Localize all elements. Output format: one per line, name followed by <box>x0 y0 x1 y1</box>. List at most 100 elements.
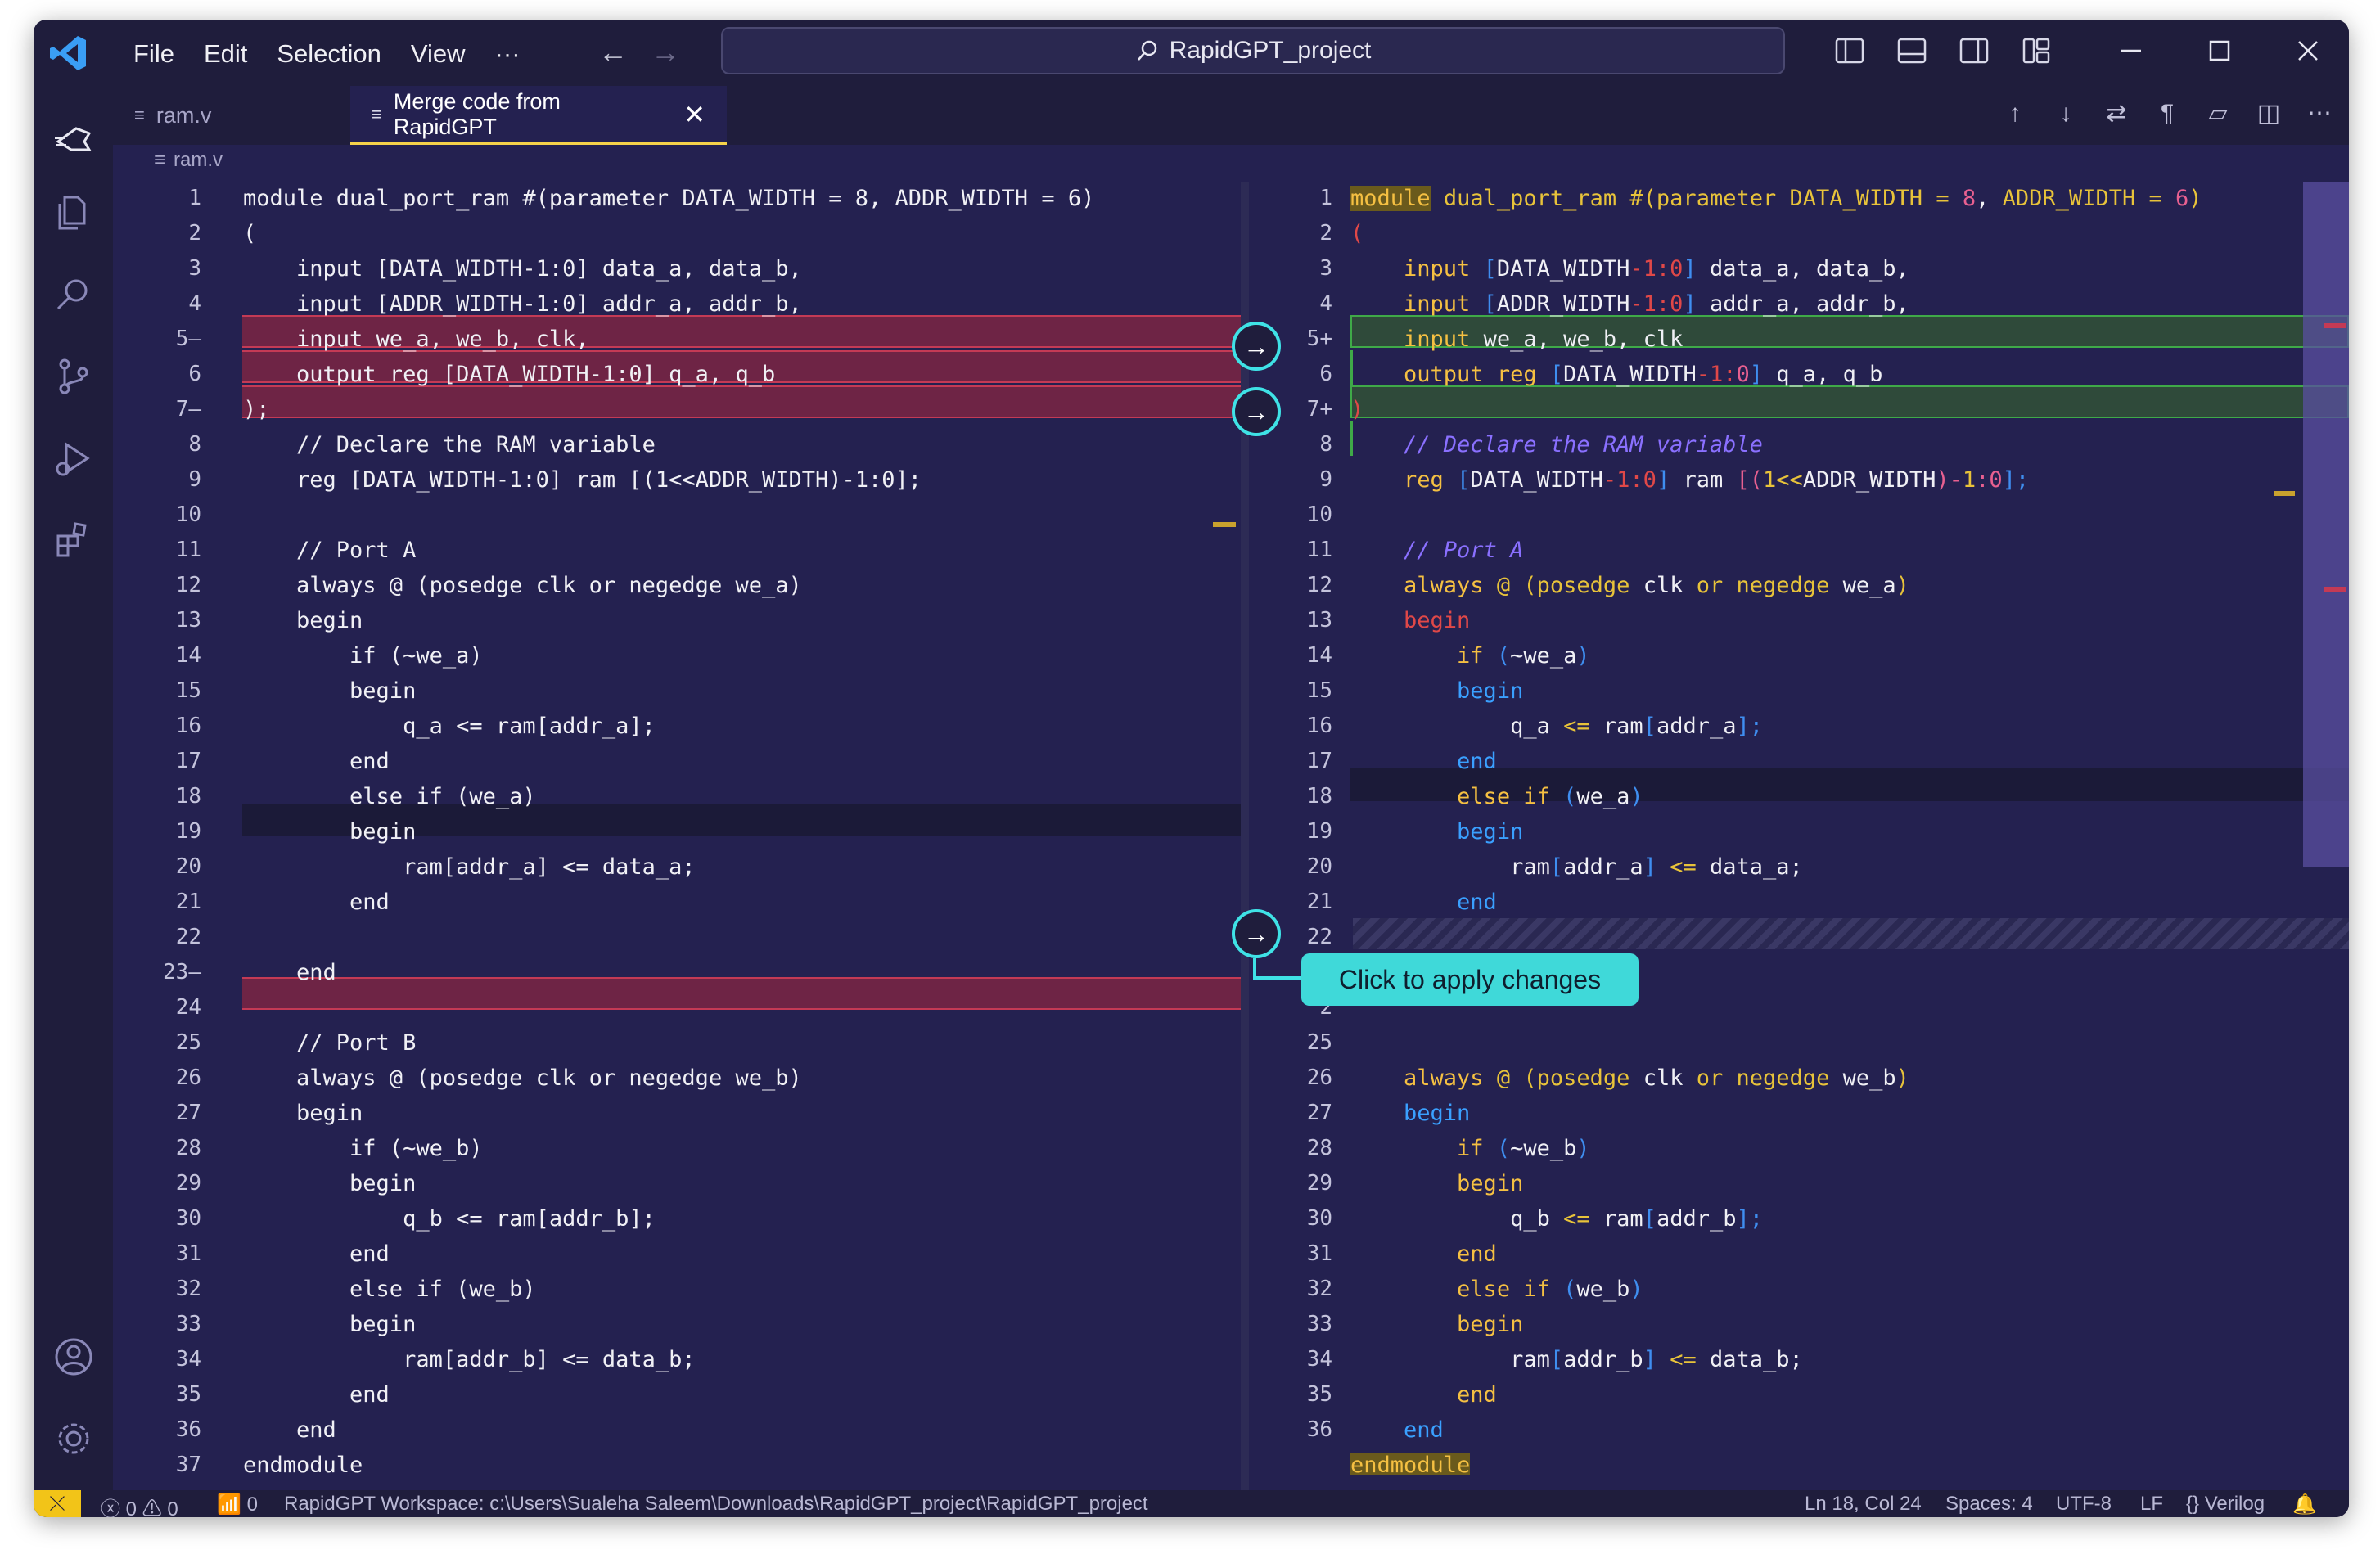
source-control-icon[interactable] <box>52 354 96 399</box>
notifications-bell-icon[interactable]: 🔔 <box>2292 1493 2317 1516</box>
menu-edit[interactable]: Edit <box>189 36 262 72</box>
line-number: 12 <box>175 573 201 597</box>
line-number: 24 <box>175 995 201 1020</box>
code-line: input [DATA_WIDTH-1:0] data_a, data_b, <box>1404 256 1909 282</box>
code-line: q_b <= ram[addr_b]; <box>1510 1206 1764 1232</box>
accounts-icon[interactable] <box>52 1335 96 1379</box>
code-row: 15 begin <box>113 675 1241 708</box>
warning-count: 0 <box>167 1498 178 1517</box>
code-line: output reg [DATA_WIDTH-1:0] q_a, q_b <box>243 362 776 387</box>
workspace-path[interactable]: RapidGPT Workspace: c:\Users\Sualeha Sal… <box>284 1493 1148 1516</box>
tooltip-connector <box>1253 958 1302 980</box>
activity-bar <box>34 86 113 1490</box>
minimize-icon[interactable] <box>2115 34 2148 67</box>
line-number: 9 <box>188 467 201 492</box>
tab-ram-v[interactable]: ≡ ram.v <box>113 86 350 145</box>
close-tab-icon[interactable]: ✕ <box>683 99 705 130</box>
code-line: input we_a, we_b, clk, <box>243 327 589 352</box>
code-row: 6 output reg [DATA_WIDTH-1:0] q_a, q_b <box>113 358 1241 391</box>
menu-file[interactable]: File <box>119 36 189 72</box>
rapidgpt-icon[interactable] <box>52 117 96 161</box>
run-debug-icon[interactable] <box>52 436 96 480</box>
toggle-primary-sidebar-icon[interactable] <box>1833 34 1866 67</box>
tab-merge-code[interactable]: ≡ Merge code from RapidGPT ✕ <box>350 86 727 145</box>
code-line: input [DATA_WIDTH-1:0] data_a, data_b, <box>243 256 802 282</box>
menu-view[interactable]: View <box>396 36 480 72</box>
cursor-position[interactable]: Ln 18, Col 24 <box>1805 1493 1922 1516</box>
code-line: reg [DATA_WIDTH-1:0] ram [(1<<ADDR_WIDTH… <box>243 467 922 493</box>
line-number: 2 <box>188 221 201 245</box>
code-line: ( <box>1350 221 1364 246</box>
ports-indicator[interactable]: 📶 0 <box>217 1493 258 1516</box>
breadcrumb[interactable]: ≡ ram.v <box>154 149 223 172</box>
code-row: 25 // Port B <box>113 1027 1241 1060</box>
command-center-search[interactable]: RapidGPT_project <box>721 27 1785 74</box>
code-row: 4 input [ADDR_WIDTH-1:0] addr_a, addr_b, <box>113 288 1241 321</box>
original-code-pane[interactable]: 1 module dual_port_ram #(parameter DATA_W… <box>113 182 1241 1475</box>
settings-gear-icon[interactable] <box>52 1417 96 1461</box>
split-editor-icon[interactable]: ◫ <box>2254 97 2283 130</box>
language-mode[interactable]: {} Verilog <box>2186 1493 2265 1516</box>
remote-indicator-icon[interactable]: ⤬ <box>34 1490 81 1517</box>
line-number: 32 <box>175 1277 201 1301</box>
search-sidebar-icon[interactable] <box>52 273 96 317</box>
search-icon <box>1137 40 1156 61</box>
indentation[interactable]: Spaces: 4 <box>1945 1493 2033 1516</box>
code-line: end <box>1457 1241 1497 1267</box>
code-line: ) <box>1350 397 1364 422</box>
line-number: 26 <box>175 1065 201 1090</box>
line-number: 15 <box>175 678 201 703</box>
more-actions-icon[interactable]: ⋯ <box>2305 97 2334 130</box>
window-controls <box>2115 34 2324 67</box>
code-line: begin <box>1457 1312 1524 1337</box>
code-comment: // Port A <box>1404 538 1524 563</box>
end-of-line[interactable]: LF <box>2140 1493 2163 1516</box>
toggle-secondary-sidebar-icon[interactable] <box>1958 34 1990 67</box>
line-number: 37 <box>175 1453 201 1475</box>
line-number: 27 <box>175 1101 201 1125</box>
forward-arrow-icon[interactable]: → <box>651 38 680 67</box>
apply-change-button[interactable]: → <box>1232 909 1281 958</box>
apply-change-button[interactable]: → <box>1232 387 1281 436</box>
code-row: 10 <box>113 499 1241 532</box>
overview-ruler-mark <box>1213 522 1236 527</box>
ports-count: 0 <box>246 1493 258 1516</box>
line-number: 18 <box>175 784 201 809</box>
previous-change-icon[interactable]: ↑ <box>2000 97 2030 130</box>
code-line: begin <box>243 1312 417 1337</box>
modified-code-pane[interactable]: 12345+67+8910111213141516171819202122222… <box>1241 182 2349 1475</box>
extensions-icon[interactable] <box>52 518 96 562</box>
file-lines-icon: ≡ <box>154 149 166 171</box>
problems-indicator[interactable]: ⓧ 0 ⚠ 0 <box>101 1493 178 1517</box>
encoding[interactable]: UTF-8 <box>2056 1493 2112 1516</box>
back-arrow-icon[interactable]: ← <box>598 38 628 67</box>
apply-change-button[interactable]: → <box>1232 322 1281 371</box>
code-row: 1 module dual_port_ram #(parameter DATA_W… <box>113 182 1241 215</box>
breadcrumb-file: ram.v <box>174 149 223 171</box>
next-change-icon[interactable]: ↓ <box>2051 97 2080 130</box>
scrollbar-slider[interactable] <box>2303 182 2349 867</box>
toggle-panel-icon[interactable] <box>1895 34 1928 67</box>
editor-actions: ↑ ↓ ⇄ ¶ ▱ ◫ ⋯ <box>2000 97 2334 130</box>
code-line: // Declare the RAM variable <box>243 432 656 457</box>
code-line: begin <box>1457 678 1524 704</box>
show-whitespace-icon[interactable]: ¶ <box>2152 97 2182 130</box>
menu-selection[interactable]: Selection <box>262 36 396 72</box>
code-line: end <box>243 960 336 985</box>
code-line: if (~we_a) <box>243 643 483 669</box>
line-number: 10 <box>175 502 201 527</box>
code-line: // Port A <box>243 538 417 563</box>
code-line: end <box>1457 749 1497 774</box>
map-icon[interactable]: ▱ <box>2203 97 2233 130</box>
maximize-icon[interactable] <box>2203 34 2236 67</box>
code-line: else if (we_a) <box>1457 784 1643 809</box>
swap-sides-icon[interactable]: ⇄ <box>2102 97 2131 130</box>
warning-icon: ⚠ <box>142 1498 162 1517</box>
code-line: else if (we_a) <box>243 784 536 809</box>
menu-more[interactable]: ··· <box>480 36 535 72</box>
close-window-icon[interactable] <box>2292 34 2324 67</box>
customize-layout-icon[interactable] <box>2020 34 2053 67</box>
code-row: 36 end <box>113 1414 1241 1447</box>
line-number: 25 <box>1306 1030 1332 1055</box>
explorer-icon[interactable] <box>52 191 96 235</box>
